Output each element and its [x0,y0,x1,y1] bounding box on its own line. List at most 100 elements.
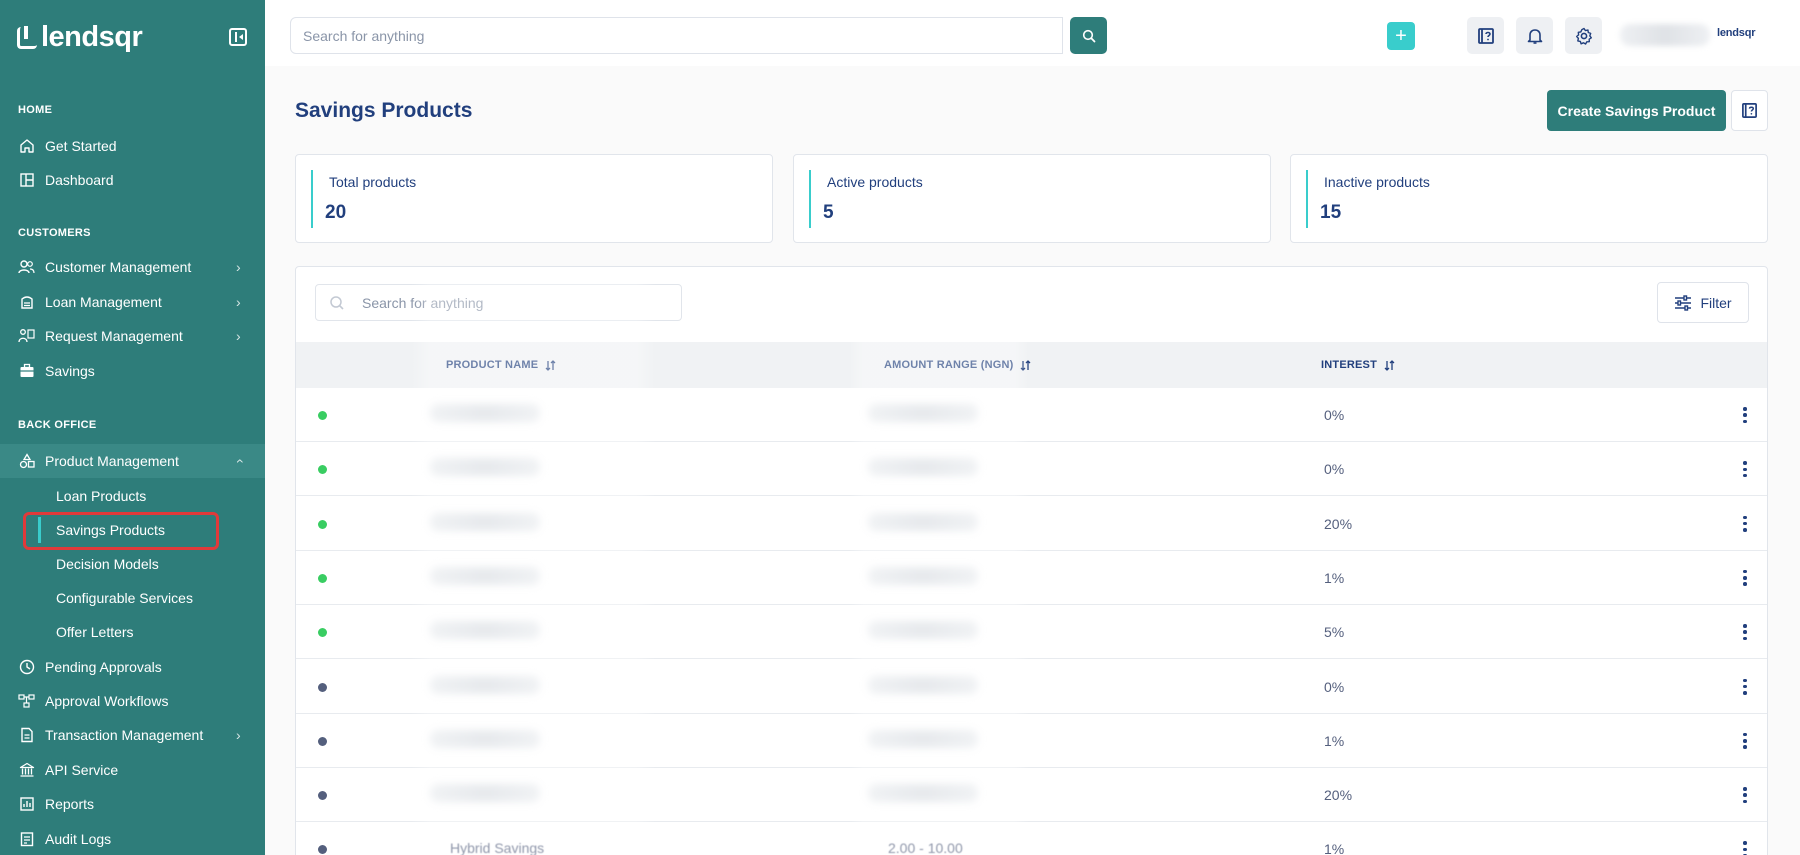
table-row[interactable]: 1% [296,714,1767,768]
chevron-up-icon: › [230,458,247,464]
amount-range-redacted [868,784,978,803]
table-row[interactable]: 0% [296,660,1767,714]
logo-icon [17,25,37,49]
status-dot [318,736,327,746]
section-label-home: HOME [18,104,53,116]
help-book-icon [1742,103,1757,118]
table-search-input[interactable]: Search for anything [315,284,682,321]
status-dot [318,791,327,801]
column-header-interest[interactable]: INTEREST [1321,359,1395,371]
interest-value: 5% [1324,624,1345,641]
card-accent-bar [809,170,811,228]
sidebar-item-loan-management[interactable]: Loan Management › [0,285,265,319]
top-bar: Search for anything + lendsqr [265,0,1800,66]
sidebar-item-audit-logs[interactable]: Audit Logs [0,822,265,855]
collapse-sidebar-icon[interactable] [229,28,247,46]
workflow-icon [18,693,35,710]
column-header-amount-range[interactable]: AMOUNT RANGE (NGN) [884,359,1031,371]
sidebar-item-configurable-services[interactable]: Configurable Services [0,583,265,613]
product-name-redacted [430,729,540,748]
settings-button[interactable] [1565,17,1602,54]
global-search-input[interactable]: Search for anything [290,17,1063,54]
chevron-right-icon: › [236,259,241,275]
table-row[interactable]: 0% [296,442,1767,497]
notifications-button[interactable] [1516,17,1553,54]
more-options-icon[interactable] [1741,458,1749,480]
search-button[interactable] [1070,17,1107,54]
sort-icon[interactable] [1384,359,1395,371]
user-profile[interactable] [1620,24,1710,46]
users-icon [18,259,35,276]
search-icon [1082,29,1095,42]
interest-value: 20% [1324,515,1353,532]
help-book-icon [1477,27,1494,44]
chevron-right-icon: › [236,727,241,743]
home-icon [18,138,35,155]
sidebar-item-product-management[interactable]: Product Management › [0,444,265,478]
interest-value: 1% [1324,732,1345,749]
amount-range-redacted [868,729,978,748]
table-row[interactable]: Hybrid Savings 2.00 - 10.00 1% [296,822,1767,855]
more-options-icon[interactable] [1741,621,1749,643]
status-dot [318,465,327,475]
sidebar-item-savings[interactable]: Savings [0,354,265,388]
more-options-icon[interactable] [1741,567,1749,589]
stat-card-total: Total products 20 [295,154,773,243]
table-row[interactable]: 20% [296,768,1767,823]
stat-card-active: Active products 5 [793,154,1271,243]
table-row[interactable]: 5% [296,605,1767,660]
more-options-icon[interactable] [1741,676,1749,698]
sidebar-item-dashboard[interactable]: Dashboard [0,163,265,197]
sidebar-item-offer-letters[interactable]: Offer Letters [0,617,265,647]
table-row[interactable]: 1% [296,551,1767,605]
briefcase-icon [18,363,35,380]
help-button[interactable] [1467,17,1504,54]
table-header: PRODUCT NAME AMOUNT RANGE (NGN) INTEREST [296,342,1767,388]
interest-value: 1% [1324,569,1345,586]
institution-icon [18,762,35,779]
product-name-redacted [430,458,540,477]
column-header-product-name[interactable]: PRODUCT NAME [446,359,556,371]
more-options-icon[interactable] [1741,404,1749,426]
more-options-icon[interactable] [1741,513,1749,535]
sidebar-item-pending-approvals[interactable]: Pending Approvals [0,650,265,684]
request-icon [18,328,35,345]
gear-icon [1575,27,1592,45]
sidebar-item-loan-products[interactable]: Loan Products [0,481,265,511]
dashboard-icon [18,172,35,189]
card-accent-bar [311,170,313,228]
sidebar-item-approval-workflows[interactable]: Approval Workflows [0,684,265,718]
sidebar-item-decision-models[interactable]: Decision Models [0,549,265,579]
sort-icon[interactable] [1020,359,1031,371]
filter-button[interactable]: Filter [1657,282,1749,323]
chevron-right-icon: › [236,328,241,344]
sort-icon[interactable] [545,359,556,371]
document-icon [18,727,35,744]
sidebar-item-api-service[interactable]: API Service [0,753,265,787]
product-name-redacted [430,566,540,585]
sidebar-item-customer-management[interactable]: Customer Management › [0,250,265,284]
more-options-icon[interactable] [1741,730,1749,752]
table-row[interactable]: 0% [296,388,1767,442]
more-options-icon[interactable] [1741,784,1749,806]
brand-logo[interactable]: lendsqr [17,21,143,54]
sidebar-item-request-management[interactable]: Request Management › [0,319,265,353]
status-dot [318,682,327,692]
product-name-redacted [430,784,540,803]
amount-range-redacted [868,675,978,694]
page-help-button[interactable] [1731,90,1768,131]
more-options-icon[interactable] [1741,838,1749,855]
amount-range-redacted [868,512,978,531]
sidebar-item-reports[interactable]: Reports [0,787,265,821]
sidebar-item-transaction-management[interactable]: Transaction Management › [0,718,265,752]
interest-value: 1% [1324,841,1345,855]
amount-range-redacted [868,458,978,477]
table-row[interactable]: 20% [296,497,1767,551]
sidebar-item-get-started[interactable]: Get Started [0,129,265,163]
quick-add-button[interactable]: + [1387,22,1415,50]
create-savings-product-button[interactable]: Create Savings Product [1547,90,1726,131]
report-icon [18,796,35,813]
status-dot [318,628,327,638]
bell-icon [1527,28,1542,44]
audit-icon [18,831,35,848]
